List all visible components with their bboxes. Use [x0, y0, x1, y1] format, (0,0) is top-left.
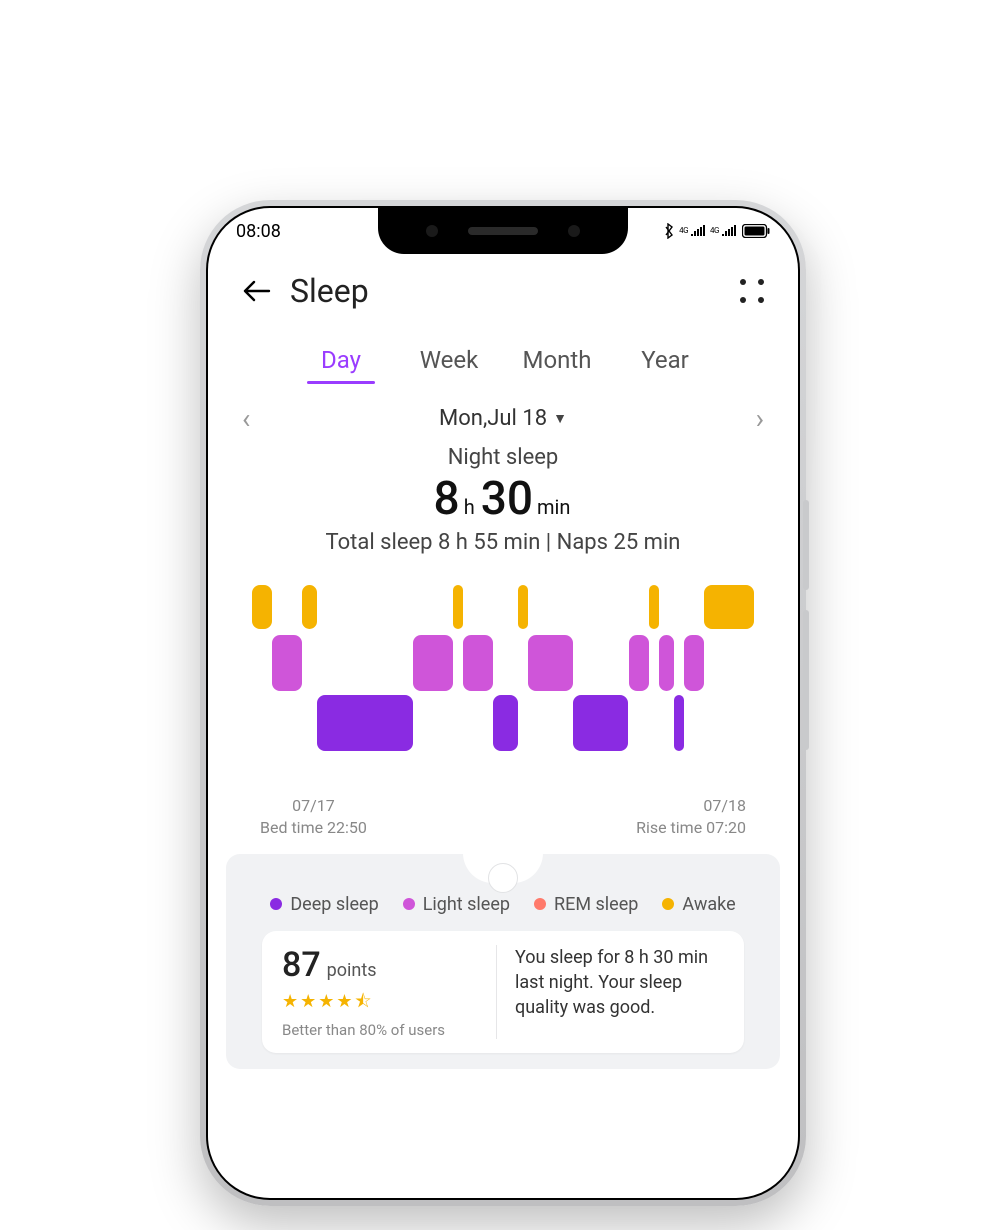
side-button-1: [803, 500, 809, 590]
legend-light: Light sleep: [403, 894, 510, 915]
legend-panel: Deep sleep Light sleep REM sleep Awake 8…: [226, 854, 780, 1069]
score-stars: ★★★★⯪: [282, 989, 482, 1019]
prev-day-button[interactable]: ‹: [242, 402, 250, 435]
summary-subline: Total sleep 8 h 55 min | Naps 25 min: [208, 530, 798, 555]
chart-left-date: 07/17: [260, 795, 367, 817]
chart-segment: [704, 585, 754, 629]
battery-icon: [742, 224, 770, 238]
sleep-stage-chart[interactable]: [252, 585, 754, 755]
dropdown-icon: ▼: [553, 410, 567, 427]
summary-label: Night sleep: [208, 445, 798, 470]
status-time: 08:08: [236, 221, 281, 242]
screen: 08:08 4G 4G Sleep: [208, 208, 798, 1198]
chart-segment: [573, 695, 628, 751]
chart-axis-labels: 07/17 Bed time 22:50 07/18 Rise time 07:…: [208, 755, 798, 840]
sleep-summary: Night sleep 8h 30min Total sleep 8 h 55 …: [208, 445, 798, 555]
legend-awake: Awake: [662, 894, 735, 915]
chart-right-date: 07/18: [636, 795, 746, 817]
chart-segment: [659, 635, 674, 691]
chart-segment: [518, 585, 528, 629]
status-indicators: 4G 4G: [663, 223, 770, 239]
tab-year[interactable]: Year: [611, 346, 719, 384]
drag-handle[interactable]: [463, 853, 543, 883]
summary-duration: 8h 30min: [208, 472, 798, 526]
back-icon[interactable]: [242, 279, 272, 303]
tab-day[interactable]: Day: [287, 346, 395, 384]
score-value: 87points: [282, 945, 482, 985]
chart-segment: [649, 585, 659, 629]
chart-segment: [684, 635, 704, 691]
score-better: Better than 80% of users: [282, 1021, 482, 1039]
chart-segment: [453, 585, 463, 629]
legend-deep: Deep sleep: [270, 894, 378, 915]
next-day-button[interactable]: ›: [756, 402, 764, 435]
range-tabs: Day Week Month Year: [208, 346, 798, 384]
date-picker[interactable]: Mon,Jul 18 ▼: [439, 406, 567, 431]
legend-rem: REM sleep: [534, 894, 638, 915]
date-label: Mon,Jul 18: [439, 406, 547, 431]
chart-segment: [272, 635, 302, 691]
chart-segment: [302, 585, 317, 629]
tab-week[interactable]: Week: [395, 346, 503, 384]
page-title: Sleep: [290, 272, 369, 310]
chart-segment: [493, 695, 518, 751]
signal-icon: [690, 225, 706, 237]
chart-segment: [463, 635, 493, 691]
side-button-2: [803, 610, 809, 750]
tab-month[interactable]: Month: [503, 346, 611, 384]
chart-left-text: Bed time 22:50: [260, 817, 367, 839]
device-notch: [378, 208, 628, 254]
menu-icon[interactable]: [740, 279, 764, 303]
score-card[interactable]: 87points ★★★★⯪ Better than 80% of users …: [262, 931, 744, 1053]
chart-segment: [252, 585, 272, 629]
score-message: You sleep for 8 h 30 min last night. You…: [497, 945, 724, 1039]
bluetooth-icon: [663, 223, 675, 239]
chart-segment: [674, 695, 684, 751]
chart-segment: [317, 695, 412, 751]
chart-right-text: Rise time 07:20: [636, 817, 746, 839]
chart-segment: [413, 635, 453, 691]
chart-segment: [629, 635, 649, 691]
signal-icon: [721, 225, 737, 237]
chart-segment: [528, 635, 573, 691]
